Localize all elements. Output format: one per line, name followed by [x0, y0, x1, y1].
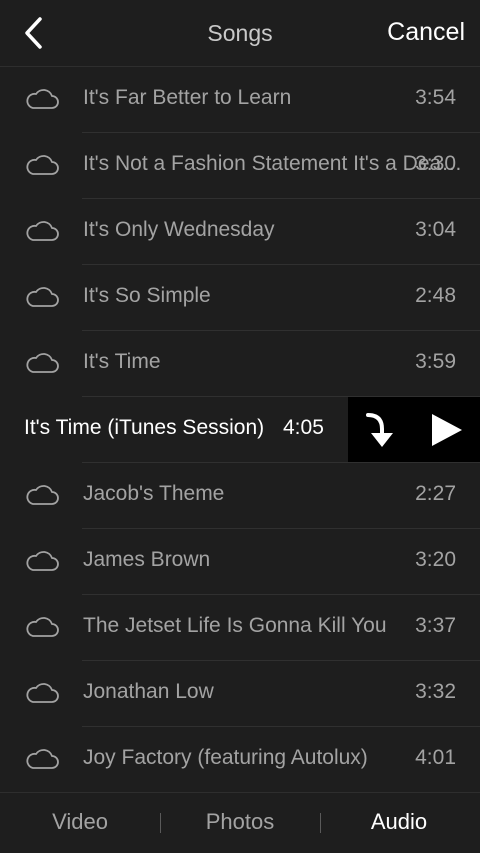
cloud-icon[interactable]: [24, 484, 60, 506]
cancel-button[interactable]: Cancel: [387, 18, 465, 47]
song-duration: 3:30: [415, 152, 456, 175]
cloud-icon[interactable]: [24, 220, 60, 242]
song-title: It's Time: [83, 350, 161, 373]
cloud-icon[interactable]: [24, 550, 60, 572]
nav-bar: Songs Cancel: [0, 0, 480, 67]
song-row[interactable]: It's Not a Fashion Statement It's a Deat…: [0, 133, 480, 199]
song-list: It's Far Better to Learn 3:54 It's Not a…: [0, 67, 480, 792]
download-button[interactable]: [360, 409, 400, 451]
song-duration: 2:48: [415, 284, 456, 307]
tab-photos[interactable]: Photos: [180, 809, 300, 835]
song-title: The Jetset Life Is Gonna Kill You: [83, 614, 387, 637]
song-duration: 2:27: [415, 482, 456, 505]
song-duration: 3:59: [415, 350, 456, 373]
song-duration: 3:32: [415, 680, 456, 703]
tab-bar: Video Photos Audio: [0, 792, 480, 853]
song-title: Jacob's Theme: [83, 482, 225, 505]
back-button[interactable]: [18, 14, 52, 52]
song-title: Joy Factory (featuring Autolux): [83, 746, 368, 769]
chevron-left-icon: [25, 17, 42, 49]
cloud-icon[interactable]: [24, 286, 60, 308]
song-duration: 4:01: [415, 746, 456, 769]
song-duration: 3:20: [415, 548, 456, 571]
row-actions: [348, 397, 480, 463]
song-title: Jonathan Low: [83, 680, 214, 703]
tab-audio[interactable]: Audio: [339, 809, 459, 835]
song-duration: 4:05: [283, 416, 324, 439]
song-row[interactable]: Jacob's Theme 2:27: [0, 463, 480, 529]
song-duration: 3:04: [415, 218, 456, 241]
song-row-selected[interactable]: It's Time (iTunes Session) 4:05: [0, 397, 480, 463]
song-row[interactable]: Jonathan Low 3:32: [0, 661, 480, 727]
cloud-icon[interactable]: [24, 154, 60, 176]
song-duration: 3:54: [415, 86, 456, 109]
song-duration: 3:37: [415, 614, 456, 637]
cloud-icon[interactable]: [24, 352, 60, 374]
song-title: It's Far Better to Learn: [83, 86, 292, 109]
song-title: It's So Simple: [83, 284, 211, 307]
song-title: It's Time (iTunes Session): [24, 416, 265, 439]
song-title: It's Only Wednesday: [83, 218, 275, 241]
cloud-icon[interactable]: [24, 682, 60, 704]
song-row[interactable]: James Brown 3:20: [0, 529, 480, 595]
cloud-icon[interactable]: [24, 88, 60, 110]
song-title: It's Not a Fashion Statement It's a Deat…: [83, 152, 463, 175]
song-row[interactable]: It's Time 3:59: [0, 331, 480, 397]
song-row[interactable]: Joy Factory (featuring Autolux) 4:01: [0, 727, 480, 792]
song-row[interactable]: It's So Simple 2:48: [0, 265, 480, 331]
tab-divider: [320, 813, 321, 833]
song-title: James Brown: [83, 548, 211, 571]
download-arrow-icon: [366, 413, 393, 447]
song-row[interactable]: The Jetset Life Is Gonna Kill You 3:37: [0, 595, 480, 661]
song-row[interactable]: It's Only Wednesday 3:04: [0, 199, 480, 265]
play-icon: [432, 414, 462, 446]
cloud-icon[interactable]: [24, 616, 60, 638]
tab-video[interactable]: Video: [20, 809, 140, 835]
cloud-icon[interactable]: [24, 748, 60, 770]
tab-divider: [160, 813, 161, 833]
song-row[interactable]: It's Far Better to Learn 3:54: [0, 67, 480, 133]
play-button[interactable]: [426, 411, 466, 449]
